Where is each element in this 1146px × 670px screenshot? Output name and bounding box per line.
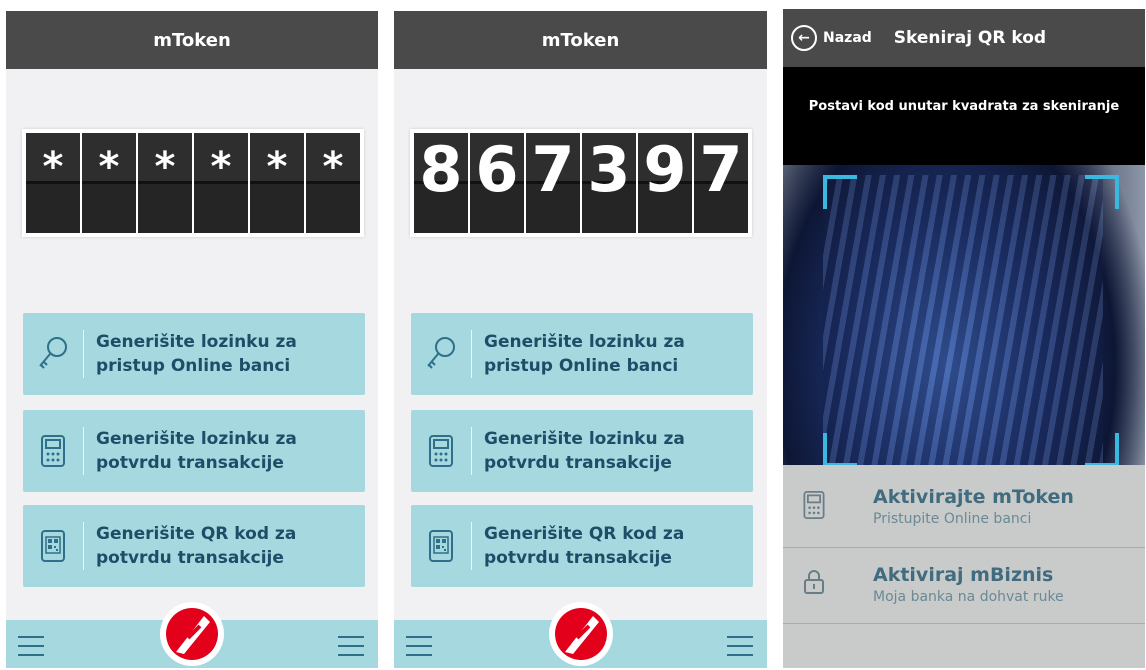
item-title: Aktiviraj mBiznis: [873, 564, 1054, 586]
scanner-title: Skeniraj QR kod: [893, 28, 1047, 48]
item-subtitle: Pristupite Online banci: [873, 511, 1032, 527]
action-label: pristup Online banci: [484, 356, 679, 376]
token-digit: *: [250, 133, 304, 233]
generate-login-password-button[interactable]: Generišite lozinku za pristup Online ban…: [23, 313, 365, 395]
menu-icon[interactable]: [727, 636, 753, 656]
token-digit: 8: [414, 133, 468, 233]
token-digit: 7: [694, 133, 748, 233]
generate-qr-code-button[interactable]: Generišite QR kod za potvrdu transakcije: [23, 505, 365, 587]
action-label: Generišite lozinku za: [484, 332, 685, 352]
app-header: mToken: [6, 11, 378, 69]
token-digit: *: [194, 133, 248, 233]
action-label: Generišite QR kod za: [96, 524, 297, 544]
menu-icon[interactable]: [18, 636, 44, 656]
action-label: Generišite lozinku za: [96, 332, 297, 352]
app-title: mToken: [153, 29, 231, 51]
action-label: potvrdu transakcije: [96, 453, 284, 473]
item-title: Aktivirajte mToken: [873, 486, 1074, 508]
token-digit: 6: [470, 133, 524, 233]
app-title: mToken: [541, 29, 620, 51]
calculator-icon: [23, 410, 83, 492]
qr-code-icon: [411, 505, 471, 587]
back-label: Nazad: [823, 30, 872, 46]
action-label: Generišite lozinku za: [96, 429, 297, 449]
mtoken-screen-locked: mToken * * * * * * Generišite lozinku za…: [6, 11, 378, 668]
calculator-icon: [411, 410, 471, 492]
token-digit: *: [306, 133, 360, 233]
activate-mbiznis-item: Aktiviraj mBiznis Moja banka na dohvat r…: [803, 563, 1064, 607]
camera-viewfinder: Aktivirajte mToken Pristupite Online ban…: [783, 165, 1145, 668]
bank-logo[interactable]: [160, 602, 224, 666]
bank-logo[interactable]: [548, 602, 613, 666]
action-label: Generišite lozinku za: [484, 429, 685, 449]
token-digit: *: [82, 133, 136, 233]
arrow-left-icon: ←: [791, 25, 817, 51]
generate-transaction-password-button[interactable]: Generišite lozinku za potvrdu transakcij…: [411, 410, 753, 492]
scan-instruction: Postavi kod unutar kvadrata za skeniranj…: [808, 99, 1120, 114]
token-display: * * * * * *: [22, 129, 364, 237]
menu-icon[interactable]: [338, 636, 364, 656]
token-digit: *: [138, 133, 192, 233]
qr-scanner-screen: ← Nazad Skeniraj QR kod Postavi kod unut…: [783, 9, 1145, 668]
token-digit: *: [26, 133, 80, 233]
generate-transaction-password-button[interactable]: Generišite lozinku za potvrdu transakcij…: [23, 410, 365, 492]
menu-icon[interactable]: [406, 636, 432, 656]
token-digit: 9: [638, 133, 692, 233]
app-header: mToken: [394, 11, 767, 69]
generate-qr-code-button[interactable]: Generišite QR kod za potvrdu transakcije: [411, 505, 753, 587]
action-label: Generišite QR kod za: [484, 524, 685, 544]
generate-login-password-button[interactable]: Generišite lozinku za pristup Online ban…: [411, 313, 753, 395]
action-label: pristup Online banci: [96, 356, 291, 376]
camera-background-panel: Aktivirajte mToken Pristupite Online ban…: [783, 465, 1145, 668]
item-subtitle: Moja banka na dohvat ruke: [873, 589, 1064, 605]
key-icon: [23, 313, 83, 395]
action-label: potvrdu transakcije: [484, 453, 672, 473]
scanner-header: ← Nazad Skeniraj QR kod: [783, 9, 1145, 67]
back-button[interactable]: ← Nazad: [791, 25, 872, 51]
lock-icon: [803, 569, 833, 599]
calculator-icon: [803, 491, 833, 521]
activate-mtoken-item: Aktivirajte mToken Pristupite Online ban…: [803, 485, 1074, 529]
token-display: 8 6 7 3 9 7: [410, 129, 752, 237]
qr-code-icon: [23, 505, 83, 587]
token-digit: 3: [582, 133, 636, 233]
mtoken-screen-code: mToken 8 6 7 3 9 7 Generišite lozinku za…: [394, 11, 767, 668]
key-icon: [411, 313, 471, 395]
action-label: potvrdu transakcije: [484, 548, 672, 568]
token-digit: 7: [526, 133, 580, 233]
scan-frame: [823, 175, 1119, 467]
action-label: potvrdu transakcije: [96, 548, 284, 568]
